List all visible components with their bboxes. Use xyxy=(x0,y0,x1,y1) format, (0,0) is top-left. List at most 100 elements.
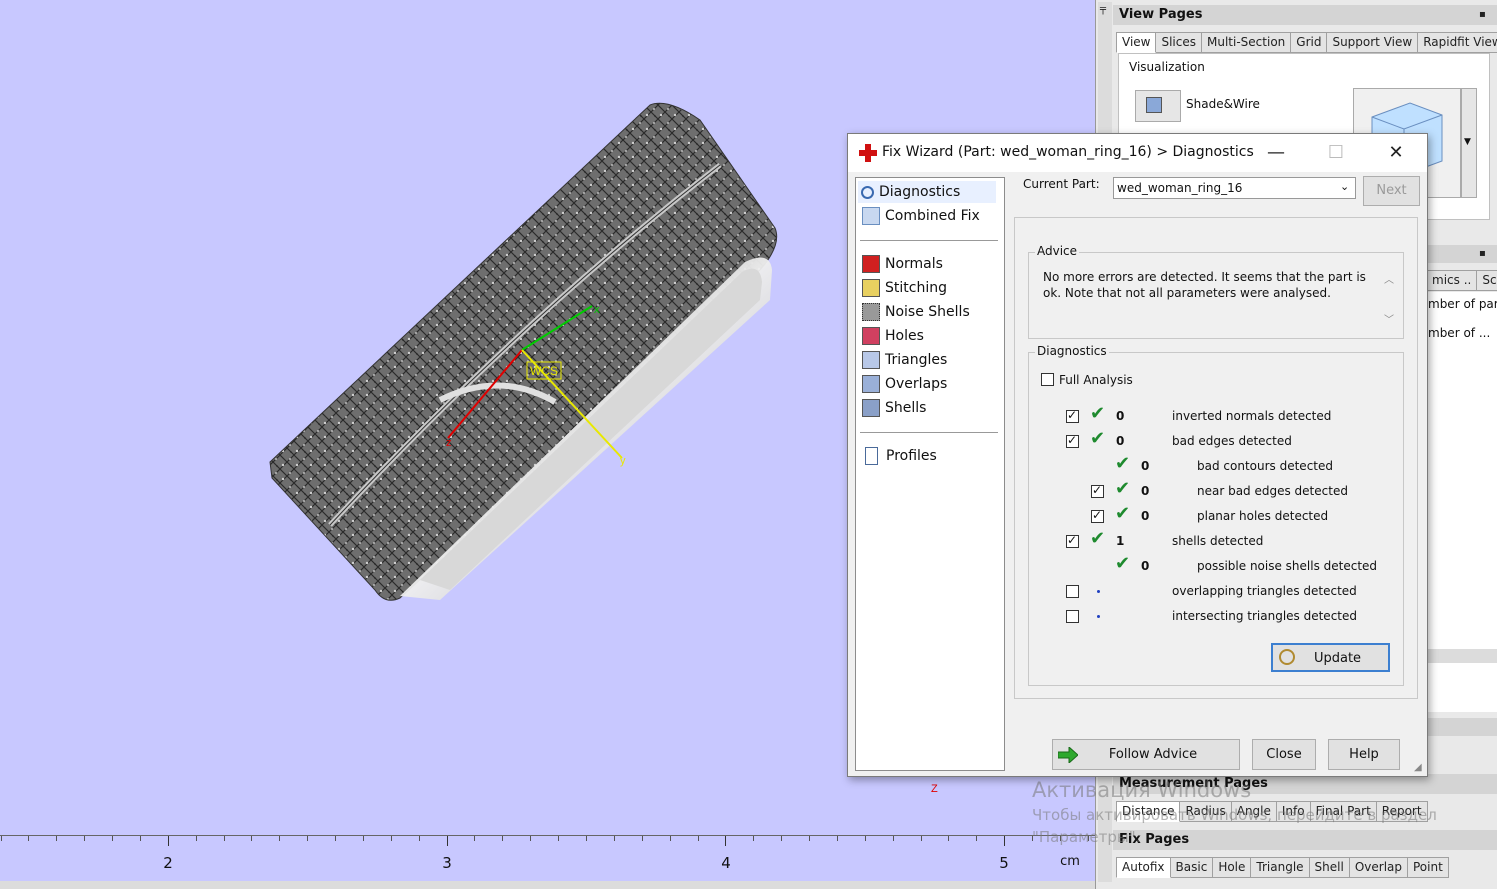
diag-text: bad edges detected xyxy=(1172,434,1292,448)
nav-item-noise-shells[interactable]: Noise Shells xyxy=(862,301,970,323)
tab-point[interactable]: Point xyxy=(1408,857,1449,878)
visualization-mode: Shade&Wire xyxy=(1186,97,1260,111)
tab-overlap[interactable]: Overlap xyxy=(1349,857,1408,878)
diag-count: 0 xyxy=(1116,409,1125,423)
nav-item-profiles[interactable]: Profiles xyxy=(862,445,937,467)
ruler-tick xyxy=(251,836,253,841)
tab-view[interactable]: View xyxy=(1116,32,1157,53)
ruler-tick xyxy=(725,836,727,846)
nav-item-shells[interactable]: Shells xyxy=(862,397,926,419)
magnifier-icon xyxy=(1279,649,1295,665)
row-checkbox[interactable] xyxy=(1066,433,1079,448)
full-analysis-checkbox[interactable] xyxy=(1041,373,1054,386)
triangles-cube-icon xyxy=(862,351,880,369)
ruler-tick xyxy=(418,836,420,841)
tab-final-part[interactable]: Final Part xyxy=(1310,801,1377,822)
z-axis-marker: Z xyxy=(931,783,938,795)
ruler-tick xyxy=(139,836,141,841)
tab-autofix[interactable]: Autofix xyxy=(1116,857,1171,878)
minimize-icon[interactable]: — xyxy=(1256,139,1296,167)
resize-grip-icon[interactable]: ◢ xyxy=(1414,762,1422,773)
ruler-label: 2 xyxy=(163,854,173,872)
row-checkbox[interactable] xyxy=(1091,508,1104,523)
tab-scene[interactable]: Sce xyxy=(1477,270,1497,291)
tab-multi-section[interactable]: Multi-Section xyxy=(1202,32,1292,53)
diag-text: overlapping triangles detected xyxy=(1172,584,1357,598)
next-button[interactable]: Next xyxy=(1363,176,1420,206)
tab-distance[interactable]: Distance xyxy=(1116,801,1181,822)
ruler-tick xyxy=(558,836,560,841)
pin-icon[interactable]: ▪ xyxy=(1479,9,1486,20)
check-icon: ✔ xyxy=(1090,428,1106,449)
ruler-tick xyxy=(335,836,337,841)
tab-dynamics[interactable]: mics .. xyxy=(1426,270,1478,291)
tab-slices[interactable]: Slices xyxy=(1156,32,1203,53)
scrollbar[interactable] xyxy=(1426,649,1497,663)
scroll-down-icon[interactable]: ﹀ xyxy=(1384,311,1394,326)
diagnostics-title: Diagnostics xyxy=(1035,344,1109,358)
row-checkbox[interactable] xyxy=(1066,408,1079,423)
full-analysis-label: Full Analysis xyxy=(1059,373,1133,387)
ruler-tick xyxy=(362,836,364,841)
tab-radius[interactable]: Radius xyxy=(1180,801,1232,822)
diag-text: planar holes detected xyxy=(1197,509,1329,523)
nav-item-normals[interactable]: Normals xyxy=(862,253,943,275)
current-part-select[interactable]: wed_woman_ring_16 ⌄ xyxy=(1113,177,1356,199)
nav-item-diagnostics[interactable]: Diagnostics xyxy=(858,181,996,203)
dialog-title: Fix Wizard (Part: wed_woman_ring_16) > D… xyxy=(882,144,1254,160)
nav-item-holes[interactable]: Holes xyxy=(862,325,924,347)
scroll-up-icon[interactable]: ︿ xyxy=(1384,271,1394,286)
pin-icon[interactable]: ▪ xyxy=(1479,248,1486,259)
cube-icon xyxy=(1146,97,1162,113)
tab-triangle[interactable]: Triangle xyxy=(1251,857,1310,878)
check-icon: ✔ xyxy=(1115,553,1131,574)
nav-item-overlaps[interactable]: Overlaps xyxy=(862,373,947,395)
row-checkbox[interactable] xyxy=(1091,483,1104,498)
view-cube-dropdown[interactable]: ▼ xyxy=(1461,88,1477,198)
nav-label: Stitching xyxy=(885,280,947,296)
visualization-dropdown[interactable] xyxy=(1135,90,1181,122)
ruler-tick xyxy=(307,836,309,841)
tab-info[interactable]: Info xyxy=(1276,801,1311,822)
tab-shell[interactable]: Shell xyxy=(1309,857,1350,878)
nav-item-triangles[interactable]: Triangles xyxy=(862,349,947,371)
tab-hole[interactable]: Hole xyxy=(1213,857,1252,878)
nav-item-combined-fix[interactable]: Combined Fix xyxy=(862,205,980,227)
nav-label: Profiles xyxy=(886,448,937,464)
ruler-tick xyxy=(948,836,950,841)
diag-count: 0 xyxy=(1141,559,1150,573)
maximize-icon[interactable]: ☐ xyxy=(1316,139,1356,167)
close-button[interactable]: Close xyxy=(1252,739,1316,770)
wcs-label: WCS xyxy=(530,364,558,378)
row-checkbox[interactable] xyxy=(1066,533,1079,548)
nav-item-stitching[interactable]: Stitching xyxy=(862,277,947,299)
nav-label: Shells xyxy=(885,400,927,416)
nav-label: Normals xyxy=(885,256,943,272)
diag-count: 0 xyxy=(1141,459,1150,473)
ruler-tick xyxy=(112,836,114,841)
dialog-titlebar[interactable]: Fix Wizard (Part: wed_woman_ring_16) > D… xyxy=(848,134,1427,172)
pin-icon[interactable]: ╤ xyxy=(1100,4,1106,15)
tab-report[interactable]: Report xyxy=(1376,801,1428,822)
tab-support-view[interactable]: Support View xyxy=(1327,32,1419,53)
gizmo-x-label: x xyxy=(594,304,600,316)
ruler-label: 4 xyxy=(721,854,731,872)
tab-basic[interactable]: Basic xyxy=(1170,857,1214,878)
part-count-label: mber of part xyxy=(1428,297,1497,311)
ruler-tick xyxy=(530,836,532,841)
advice-title: Advice xyxy=(1035,244,1080,258)
ruler-tick xyxy=(697,836,699,841)
row-checkbox[interactable] xyxy=(1066,610,1079,623)
close-icon[interactable]: ✕ xyxy=(1376,139,1416,167)
ruler-tick xyxy=(613,836,615,841)
tab-angle[interactable]: Angle xyxy=(1231,801,1277,822)
help-button[interactable]: Help xyxy=(1328,739,1400,770)
ruler-tick xyxy=(976,836,978,841)
tab-rapidfit-view[interactable]: Rapidfit View xyxy=(1418,32,1497,53)
follow-advice-button[interactable]: Follow Advice xyxy=(1052,739,1240,770)
tab-grid[interactable]: Grid xyxy=(1291,32,1328,53)
update-button[interactable]: Update xyxy=(1271,643,1390,672)
ruler-tick xyxy=(753,836,755,841)
ruler-tick xyxy=(84,836,86,841)
row-checkbox[interactable] xyxy=(1066,585,1079,598)
